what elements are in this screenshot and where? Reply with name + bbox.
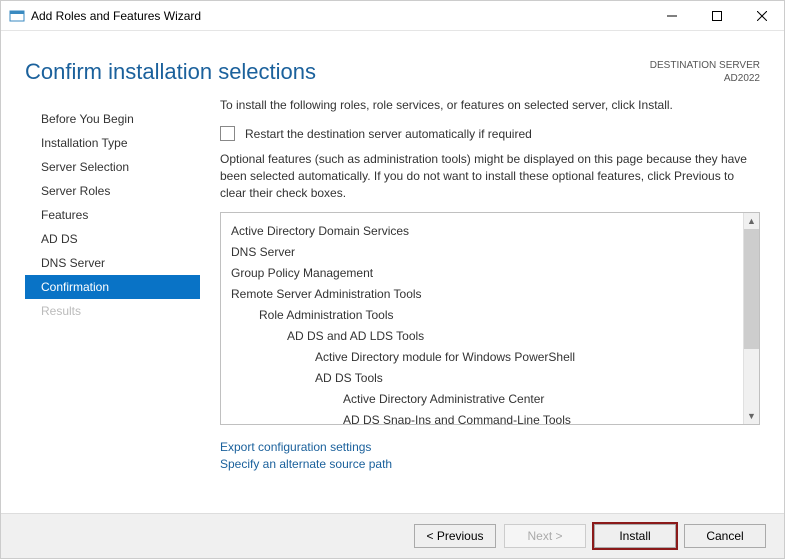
header: Confirm installation selections DESTINAT… — [1, 31, 784, 97]
next-button: Next > — [504, 524, 586, 548]
restart-checkbox[interactable] — [220, 126, 235, 141]
selections-tree: Active Directory Domain Services DNS Ser… — [220, 212, 760, 425]
sidebar-item-installation-type[interactable]: Installation Type — [25, 131, 200, 155]
tree-item: Active Directory module for Windows Powe… — [231, 347, 743, 368]
sidebar-item-ad-ds[interactable]: AD DS — [25, 227, 200, 251]
sidebar-item-server-roles[interactable]: Server Roles — [25, 179, 200, 203]
page-title: Confirm installation selections — [25, 59, 316, 85]
destination-label: DESTINATION SERVER — [650, 59, 760, 72]
sidebar-item-dns-server[interactable]: DNS Server — [25, 251, 200, 275]
close-button[interactable] — [739, 1, 784, 30]
sidebar-item-before-you-begin[interactable]: Before You Begin — [25, 107, 200, 131]
destination-server: AD2022 — [650, 72, 760, 85]
restart-checkbox-label: Restart the destination server automatic… — [245, 127, 532, 141]
specify-source-link[interactable]: Specify an alternate source path — [220, 456, 760, 473]
titlebar: Add Roles and Features Wizard — [1, 1, 784, 31]
tree-item: Active Directory Administrative Center — [231, 389, 743, 410]
intro-text: To install the following roles, role ser… — [220, 97, 760, 114]
sidebar-item-results: Results — [25, 299, 200, 323]
previous-button[interactable]: < Previous — [414, 524, 496, 548]
sidebar: Before You Begin Installation Type Serve… — [25, 97, 200, 532]
sidebar-item-server-selection[interactable]: Server Selection — [25, 155, 200, 179]
export-config-link[interactable]: Export configuration settings — [220, 439, 760, 456]
sidebar-item-confirmation[interactable]: Confirmation — [25, 275, 200, 299]
minimize-button[interactable] — [649, 1, 694, 30]
links: Export configuration settings Specify an… — [220, 439, 760, 473]
body: Before You Begin Installation Type Serve… — [1, 97, 784, 532]
tree-item: Active Directory Domain Services — [231, 221, 743, 242]
tree-item: Remote Server Administration Tools — [231, 284, 743, 305]
install-button[interactable]: Install — [594, 524, 676, 548]
tree-item: DNS Server — [231, 242, 743, 263]
tree-content: Active Directory Domain Services DNS Ser… — [221, 213, 743, 424]
maximize-button[interactable] — [694, 1, 739, 30]
cancel-button[interactable]: Cancel — [684, 524, 766, 548]
tree-item: Role Administration Tools — [231, 305, 743, 326]
footer: < Previous Next > Install Cancel — [1, 513, 784, 558]
app-icon — [9, 8, 25, 24]
tree-item: Group Policy Management — [231, 263, 743, 284]
window-controls — [649, 1, 784, 30]
tree-item: AD DS Snap-Ins and Command-Line Tools — [231, 410, 743, 424]
sidebar-item-features[interactable]: Features — [25, 203, 200, 227]
restart-row: Restart the destination server automatic… — [220, 126, 760, 141]
tree-item: AD DS and AD LDS Tools — [231, 326, 743, 347]
destination-info: DESTINATION SERVER AD2022 — [650, 59, 760, 85]
optional-note: Optional features (such as administratio… — [220, 151, 760, 202]
scrollbar[interactable]: ▲ ▼ — [743, 213, 759, 424]
tree-item: AD DS Tools — [231, 368, 743, 389]
window-title: Add Roles and Features Wizard — [31, 9, 649, 23]
scroll-up-icon[interactable]: ▲ — [744, 213, 759, 229]
scroll-thumb[interactable] — [744, 229, 759, 349]
scroll-down-icon[interactable]: ▼ — [744, 408, 759, 424]
scroll-track[interactable] — [744, 349, 759, 408]
main-panel: To install the following roles, role ser… — [200, 97, 760, 532]
